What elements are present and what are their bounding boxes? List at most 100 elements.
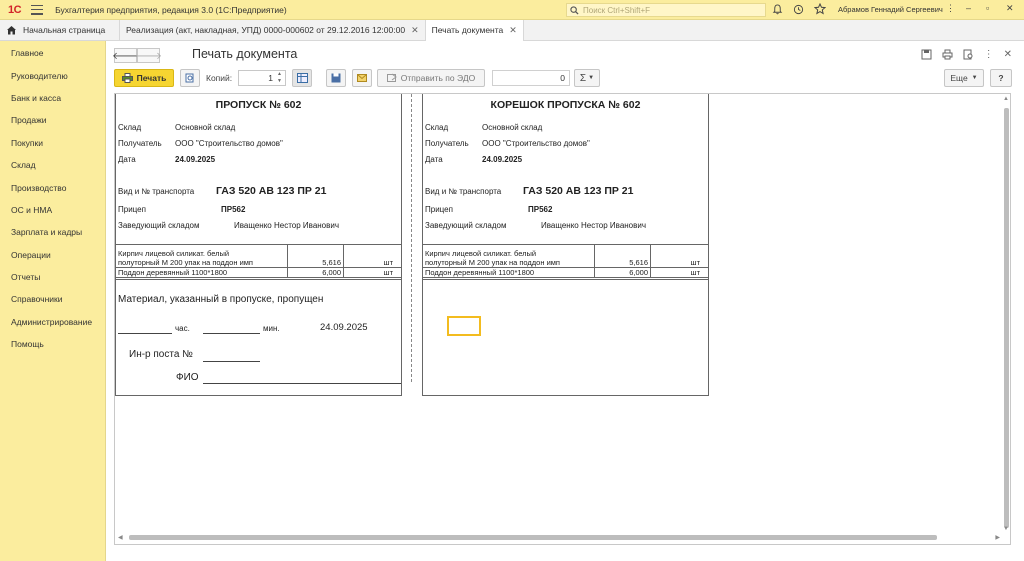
- sidebar-item-fixed-assets[interactable]: ОС и НМА: [0, 199, 105, 221]
- close-window-icon[interactable]: ✕: [1006, 3, 1014, 14]
- vertical-scrollbar[interactable]: [1004, 108, 1009, 528]
- bell-icon[interactable]: [772, 3, 783, 15]
- transport-label: Вид и № транспорта: [425, 187, 502, 196]
- tabs-bar: Начальная страница Реализация (акт, накл…: [0, 19, 1024, 42]
- minute-label: мин.: [263, 324, 280, 333]
- send-edo-button[interactable]: Отправить по ЭДО: [377, 69, 485, 87]
- recipient-value: ООО "Строительство домов": [482, 139, 590, 148]
- hour-label: час.: [175, 324, 190, 333]
- date-label: Дата: [118, 155, 136, 164]
- sidebar-item-help[interactable]: Помощь: [0, 333, 105, 355]
- item-qty: 5,616: [629, 258, 648, 267]
- trailer-label: Прицеп: [425, 205, 453, 214]
- sum-mode-button[interactable]: Σ ▼: [574, 69, 600, 87]
- back-button[interactable]: 🡐: [112, 48, 139, 63]
- more-button-label: Еще: [950, 73, 968, 83]
- tab-print-document[interactable]: Печать документа ✕: [425, 19, 524, 42]
- horizontal-scrollbar[interactable]: [129, 535, 937, 540]
- selected-cell[interactable]: [447, 316, 481, 336]
- minimize-icon[interactable]: –: [966, 3, 971, 13]
- tab-realization[interactable]: Реализация (акт, накладная, УПД) 0000-00…: [120, 19, 426, 41]
- email-button[interactable]: [352, 69, 372, 87]
- items-table: Кирпич лицевой силикат. белый полуторный …: [116, 244, 401, 278]
- minute-line: [203, 333, 260, 334]
- user-name[interactable]: Абрамов Геннадий Сергеевич: [838, 5, 943, 14]
- stub-title: КОРЕШОК ПРОПУСКА № 602: [490, 99, 641, 111]
- print-button[interactable]: Печать: [114, 69, 174, 87]
- printer-icon[interactable]: [942, 49, 953, 60]
- transport-value: ГАЗ 520 АВ 123 ПР 21: [216, 185, 327, 197]
- help-button[interactable]: ?: [990, 69, 1012, 87]
- sidebar-item-bank[interactable]: Банк и касса: [0, 87, 105, 109]
- close-icon[interactable]: ✕: [411, 25, 419, 36]
- item-qty: 6,000: [322, 268, 341, 277]
- sidebar-item-sales[interactable]: Продажи: [0, 109, 105, 131]
- save-file-button[interactable]: [326, 69, 346, 87]
- search-placeholder: Поиск Ctrl+Shift+F: [583, 5, 651, 15]
- tab-home-label: Начальная страница: [23, 25, 106, 35]
- divider: [423, 279, 708, 280]
- item-unit: шт: [690, 268, 700, 277]
- arrow-right-icon: 🡒: [135, 50, 162, 62]
- table-edit-button[interactable]: [292, 69, 312, 87]
- scroll-right-icon[interactable]: ▶: [995, 534, 1000, 541]
- more-vertical-icon[interactable]: ⋮: [984, 49, 994, 60]
- copies-label: Копий:: [206, 73, 233, 83]
- preview-icon[interactable]: [963, 49, 974, 60]
- sidebar-item-production[interactable]: Производство: [0, 176, 105, 198]
- search-input[interactable]: Поиск Ctrl+Shift+F: [566, 3, 766, 17]
- warehouse-label: Склад: [425, 123, 449, 132]
- close-icon[interactable]: ✕: [1004, 49, 1012, 60]
- app-title: Бухгалтерия предприятия, редакция 3.0 (1…: [55, 4, 287, 15]
- app-logo[interactable]: 1С: [8, 4, 22, 16]
- scroll-down-icon[interactable]: ▼: [1003, 526, 1009, 532]
- scroll-left-icon[interactable]: ◀: [118, 534, 123, 541]
- trailer-value: ПР562: [221, 205, 246, 214]
- date-value: 24.09.2025: [175, 155, 216, 164]
- restore-icon[interactable]: ▫: [986, 3, 989, 13]
- item-name: Поддон деревянный 1100*1800: [425, 268, 535, 277]
- stub-form: КОРЕШОК ПРОПУСКА № 602 Склад Основной ск…: [422, 94, 709, 396]
- date-label: Дата: [425, 155, 443, 164]
- print-document-area[interactable]: ПРОПУСК № 602 Склад Основной склад Получ…: [114, 93, 1011, 545]
- envelope-icon: [357, 74, 367, 82]
- keeper-value: Иващенко Нестор Иванович: [234, 221, 340, 230]
- trailer-label: Прицеп: [118, 205, 146, 214]
- more-button[interactable]: Еще ▼: [944, 69, 984, 87]
- sidebar-item-reports[interactable]: Отчеты: [0, 266, 105, 288]
- history-icon[interactable]: [793, 4, 804, 15]
- sidebar-item-operations[interactable]: Операции: [0, 244, 105, 266]
- table-row: Кирпич лицевой силикат. белый полуторный …: [116, 245, 401, 267]
- transport-label: Вид и № транспорта: [118, 187, 195, 196]
- close-icon[interactable]: ✕: [509, 25, 517, 36]
- sidebar: Главное Руководителю Банк и касса Продаж…: [0, 41, 106, 561]
- sum-field[interactable]: 0: [492, 70, 570, 86]
- main-menu-icon[interactable]: [31, 4, 44, 15]
- star-icon[interactable]: [814, 3, 826, 15]
- magnifier-icon: [185, 73, 194, 83]
- trailer-value: ПР562: [528, 205, 553, 214]
- scroll-up-icon[interactable]: ▲: [1003, 96, 1009, 102]
- printer-icon: [121, 73, 133, 83]
- content-area: 🡐 🡒 Печать документа ⋮ ✕ Печать Копий: 1…: [106, 41, 1024, 561]
- pass-title: ПРОПУСК № 602: [215, 99, 302, 111]
- sidebar-item-warehouse[interactable]: Склад: [0, 154, 105, 176]
- preview-button[interactable]: [180, 69, 200, 87]
- sidebar-item-main[interactable]: Главное: [0, 42, 105, 64]
- item-qty: 5,616: [322, 258, 341, 267]
- sidebar-item-catalogs[interactable]: Справочники: [0, 288, 105, 310]
- item-unit: шт: [690, 258, 700, 267]
- sigma-icon: Σ: [579, 72, 587, 84]
- sidebar-item-purchases[interactable]: Покупки: [0, 132, 105, 154]
- more-vertical-icon[interactable]: ⋮: [946, 3, 955, 14]
- copies-spinner[interactable]: ▲ ▼: [275, 71, 284, 85]
- item-name: полуторный М 200 упак на поддон имп: [118, 258, 253, 267]
- save-icon[interactable]: [921, 49, 932, 60]
- sidebar-item-manager[interactable]: Руководителю: [0, 64, 105, 86]
- forward-button[interactable]: 🡒: [135, 48, 162, 63]
- chevron-down-icon: ▼: [971, 75, 978, 81]
- recipient-label: Получатель: [425, 139, 469, 148]
- tab-home[interactable]: Начальная страница: [0, 19, 120, 41]
- sidebar-item-administration[interactable]: Администрирование: [0, 311, 105, 333]
- sidebar-item-salary[interactable]: Зарплата и кадры: [0, 221, 105, 243]
